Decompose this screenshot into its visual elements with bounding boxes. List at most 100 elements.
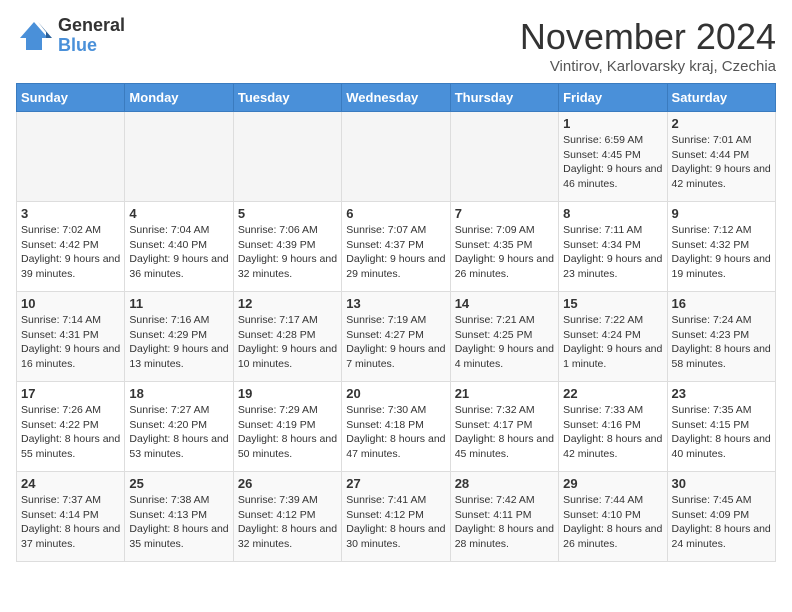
calendar-cell: 9Sunrise: 7:12 AM Sunset: 4:32 PM Daylig… [667, 202, 775, 292]
calendar-cell: 15 Sunrise: 7:22 AM Sunset: 4:24 PM Dayli… [559, 292, 667, 382]
calendar-cell: 1 Sunrise: 6:59 AM Sunset: 4:45 PM Daylig… [559, 112, 667, 202]
day-number: 22 [563, 386, 662, 401]
day-info: Sunrise: 7:16 AM Sunset: 4:29 PM Dayligh… [129, 313, 228, 372]
day-info: Sunrise: 7:01 AM Sunset: 4:44 PM Dayligh… [672, 133, 771, 192]
header-sunday: Sunday [17, 84, 125, 112]
calendar-cell: 7 Sunrise: 7:09 AM Sunset: 4:35 PM Daylig… [450, 202, 558, 292]
day-number: 8 [563, 206, 662, 221]
header-thursday: Thursday [450, 84, 558, 112]
calendar-week-3: 17 Sunrise: 7:26 AM Sunset: 4:22 PM Dayli… [17, 382, 776, 472]
day-info: Sunrise: 7:32 AM Sunset: 4:17 PM Dayligh… [455, 403, 554, 462]
day-info: Sunrise: 7:02 AM Sunset: 4:42 PM Dayligh… [21, 223, 120, 282]
calendar-cell: 30 Sunrise: 7:45 AM Sunset: 4:09 PM Dayli… [667, 472, 775, 562]
day-number: 28 [455, 476, 554, 491]
day-info: Sunrise: 7:22 AM Sunset: 4:24 PM Dayligh… [563, 313, 662, 372]
day-number: 5 [238, 206, 337, 221]
day-number: 27 [346, 476, 445, 491]
day-info: Sunrise: 7:06 AM Sunset: 4:39 PM Dayligh… [238, 223, 337, 282]
calendar-cell: 6 Sunrise: 7:07 AM Sunset: 4:37 PM Daylig… [342, 202, 450, 292]
calendar-week-2: 10Sunrise: 7:14 AM Sunset: 4:31 PM Dayli… [17, 292, 776, 382]
day-number: 20 [346, 386, 445, 401]
day-info: Sunrise: 7:35 AM Sunset: 4:15 PM Dayligh… [672, 403, 771, 462]
calendar-cell: 13 Sunrise: 7:19 AM Sunset: 4:27 PM Dayli… [342, 292, 450, 382]
day-number: 25 [129, 476, 228, 491]
calendar-cell: 3Sunrise: 7:02 AM Sunset: 4:42 PM Daylig… [17, 202, 125, 292]
calendar-week-1: 3Sunrise: 7:02 AM Sunset: 4:42 PM Daylig… [17, 202, 776, 292]
day-number: 17 [21, 386, 120, 401]
day-number: 19 [238, 386, 337, 401]
day-info: Sunrise: 7:09 AM Sunset: 4:35 PM Dayligh… [455, 223, 554, 282]
calendar-cell: 18Sunrise: 7:27 AM Sunset: 4:20 PM Dayli… [125, 382, 233, 472]
day-number: 24 [21, 476, 120, 491]
day-info: Sunrise: 7:37 AM Sunset: 4:14 PM Dayligh… [21, 493, 120, 552]
day-info: Sunrise: 7:27 AM Sunset: 4:20 PM Dayligh… [129, 403, 228, 462]
day-number: 2 [672, 116, 771, 131]
day-number: 14 [455, 296, 554, 311]
calendar-header-row: SundayMondayTuesdayWednesdayThursdayFrid… [17, 84, 776, 112]
day-info: Sunrise: 7:11 AM Sunset: 4:34 PM Dayligh… [563, 223, 662, 282]
calendar-cell [17, 112, 125, 202]
header-tuesday: Tuesday [233, 84, 341, 112]
day-info: Sunrise: 7:39 AM Sunset: 4:12 PM Dayligh… [238, 493, 337, 552]
day-number: 29 [563, 476, 662, 491]
day-info: Sunrise: 7:45 AM Sunset: 4:09 PM Dayligh… [672, 493, 771, 552]
logo-general-text: General [58, 16, 125, 36]
day-info: Sunrise: 7:19 AM Sunset: 4:27 PM Dayligh… [346, 313, 445, 372]
calendar-cell: 16Sunrise: 7:24 AM Sunset: 4:23 PM Dayli… [667, 292, 775, 382]
header-wednesday: Wednesday [342, 84, 450, 112]
day-info: Sunrise: 6:59 AM Sunset: 4:45 PM Dayligh… [563, 133, 662, 192]
day-info: Sunrise: 7:14 AM Sunset: 4:31 PM Dayligh… [21, 313, 120, 372]
day-info: Sunrise: 7:07 AM Sunset: 4:37 PM Dayligh… [346, 223, 445, 282]
calendar-cell: 23Sunrise: 7:35 AM Sunset: 4:15 PM Dayli… [667, 382, 775, 472]
logo-icon [16, 18, 52, 54]
day-number: 30 [672, 476, 771, 491]
day-number: 13 [346, 296, 445, 311]
calendar-cell [125, 112, 233, 202]
day-number: 26 [238, 476, 337, 491]
logo-blue-text: Blue [58, 36, 125, 56]
calendar-cell: 24 Sunrise: 7:37 AM Sunset: 4:14 PM Dayli… [17, 472, 125, 562]
day-info: Sunrise: 7:17 AM Sunset: 4:28 PM Dayligh… [238, 313, 337, 372]
day-number: 6 [346, 206, 445, 221]
calendar-cell [450, 112, 558, 202]
calendar-cell: 4Sunrise: 7:04 AM Sunset: 4:40 PM Daylig… [125, 202, 233, 292]
day-info: Sunrise: 7:42 AM Sunset: 4:11 PM Dayligh… [455, 493, 554, 552]
calendar-cell: 10Sunrise: 7:14 AM Sunset: 4:31 PM Dayli… [17, 292, 125, 382]
page-header: General Blue November 2024 Vintirov, Kar… [16, 16, 776, 75]
day-number: 1 [563, 116, 662, 131]
calendar-cell: 19 Sunrise: 7:29 AM Sunset: 4:19 PM Dayli… [233, 382, 341, 472]
location-subtitle: Vintirov, Karlovarsky kraj, Czechia [520, 58, 776, 75]
calendar-week-4: 24 Sunrise: 7:37 AM Sunset: 4:14 PM Dayli… [17, 472, 776, 562]
header-friday: Friday [559, 84, 667, 112]
logo: General Blue [16, 16, 125, 56]
day-number: 15 [563, 296, 662, 311]
title-block: November 2024 Vintirov, Karlovarsky kraj… [520, 16, 776, 75]
day-number: 7 [455, 206, 554, 221]
calendar-cell: 26 Sunrise: 7:39 AM Sunset: 4:12 PM Dayli… [233, 472, 341, 562]
calendar-cell [342, 112, 450, 202]
calendar-cell: 2 Sunrise: 7:01 AM Sunset: 4:44 PM Daylig… [667, 112, 775, 202]
day-number: 11 [129, 296, 228, 311]
day-info: Sunrise: 7:29 AM Sunset: 4:19 PM Dayligh… [238, 403, 337, 462]
day-info: Sunrise: 7:41 AM Sunset: 4:12 PM Dayligh… [346, 493, 445, 552]
header-saturday: Saturday [667, 84, 775, 112]
calendar-cell: 14Sunrise: 7:21 AM Sunset: 4:25 PM Dayli… [450, 292, 558, 382]
day-number: 9 [672, 206, 771, 221]
day-info: Sunrise: 7:44 AM Sunset: 4:10 PM Dayligh… [563, 493, 662, 552]
day-info: Sunrise: 7:38 AM Sunset: 4:13 PM Dayligh… [129, 493, 228, 552]
calendar-cell: 27 Sunrise: 7:41 AM Sunset: 4:12 PM Dayli… [342, 472, 450, 562]
day-info: Sunrise: 7:30 AM Sunset: 4:18 PM Dayligh… [346, 403, 445, 462]
day-info: Sunrise: 7:33 AM Sunset: 4:16 PM Dayligh… [563, 403, 662, 462]
header-monday: Monday [125, 84, 233, 112]
day-info: Sunrise: 7:24 AM Sunset: 4:23 PM Dayligh… [672, 313, 771, 372]
day-number: 12 [238, 296, 337, 311]
calendar-cell [233, 112, 341, 202]
calendar-cell: 28 Sunrise: 7:42 AM Sunset: 4:11 PM Dayli… [450, 472, 558, 562]
calendar-cell: 20 Sunrise: 7:30 AM Sunset: 4:18 PM Dayli… [342, 382, 450, 472]
calendar-cell: 8 Sunrise: 7:11 AM Sunset: 4:34 PM Daylig… [559, 202, 667, 292]
calendar-cell: 17 Sunrise: 7:26 AM Sunset: 4:22 PM Dayli… [17, 382, 125, 472]
day-info: Sunrise: 7:26 AM Sunset: 4:22 PM Dayligh… [21, 403, 120, 462]
calendar-cell: 5 Sunrise: 7:06 AM Sunset: 4:39 PM Daylig… [233, 202, 341, 292]
calendar-cell: 22 Sunrise: 7:33 AM Sunset: 4:16 PM Dayli… [559, 382, 667, 472]
calendar-cell: 12 Sunrise: 7:17 AM Sunset: 4:28 PM Dayli… [233, 292, 341, 382]
